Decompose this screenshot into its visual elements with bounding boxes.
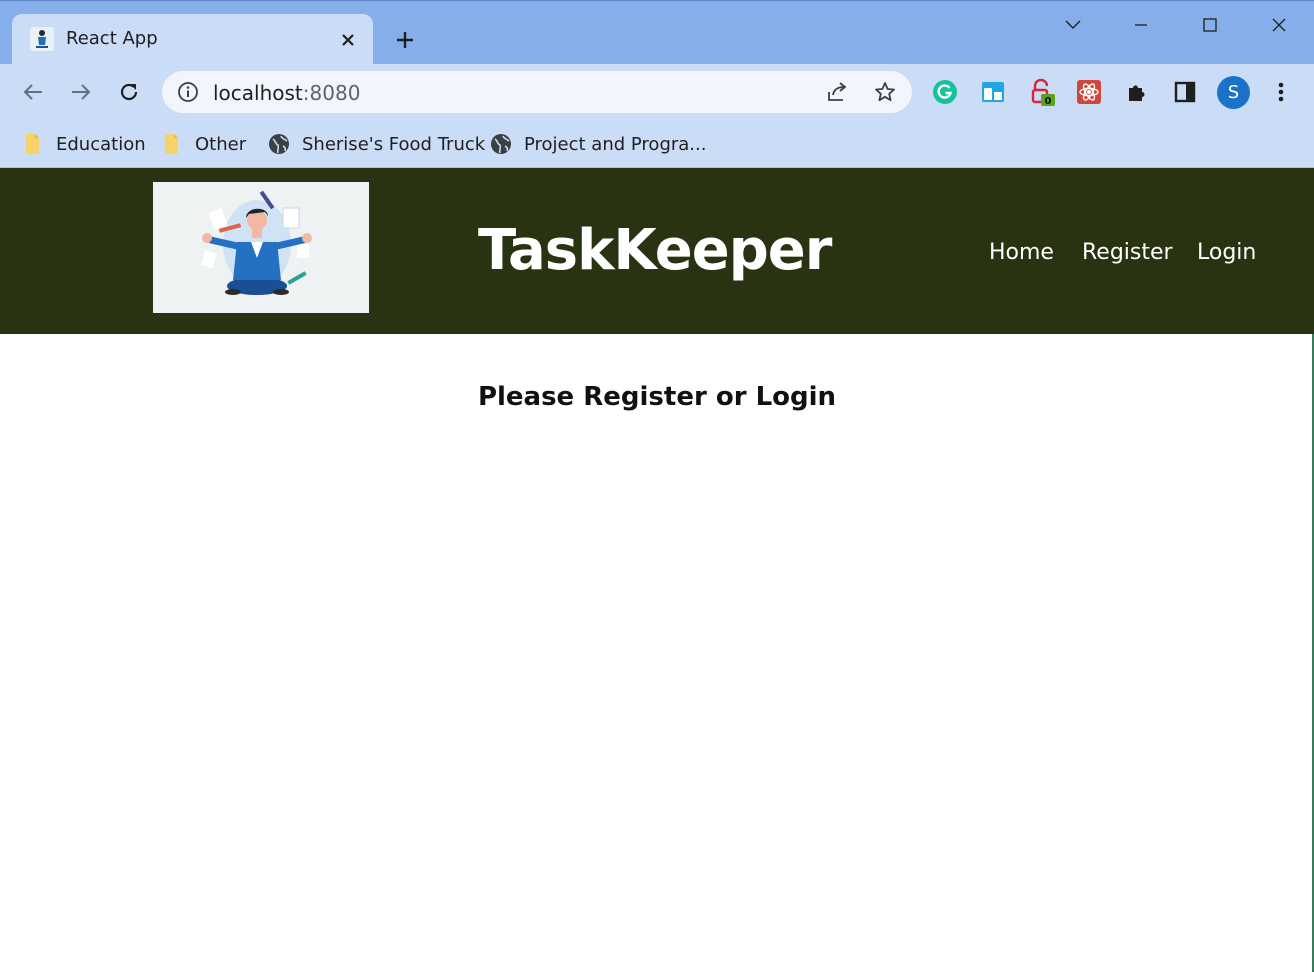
- globe-icon: [491, 134, 511, 154]
- tab-close-icon[interactable]: [334, 26, 362, 54]
- minimize-window-icon[interactable]: [1121, 9, 1161, 41]
- bookmark-other[interactable]: Other: [163, 129, 246, 159]
- forward-arrow-icon[interactable]: [63, 74, 99, 110]
- site-info-icon[interactable]: [176, 80, 200, 104]
- new-tab-plus-icon[interactable]: [390, 25, 420, 55]
- main-content: Please Register or Login: [0, 334, 1314, 972]
- reload-icon[interactable]: [111, 74, 147, 110]
- extension-badge-count: 0: [1045, 96, 1052, 106]
- app-header: TaskKeeper Home Register Login: [0, 168, 1314, 334]
- bookmark-label: Education: [56, 133, 146, 155]
- browser-menu-kebab-icon[interactable]: [1267, 78, 1295, 106]
- browser-title-bar: React App: [0, 0, 1314, 65]
- url-port: :8080: [302, 81, 361, 105]
- bookmark-label: Other: [195, 133, 247, 155]
- folder-icon: [165, 134, 178, 154]
- bookmark-label: Project and Progra...: [524, 133, 707, 155]
- tab-search-chevron-icon[interactable]: [1053, 9, 1093, 41]
- bookmark-sherises-food-truck[interactable]: Sherise's Food Truck: [268, 129, 485, 159]
- close-window-icon[interactable]: [1259, 9, 1299, 41]
- bookmark-education[interactable]: Education: [24, 129, 146, 159]
- extensions-puzzle-icon[interactable]: [1123, 78, 1151, 106]
- address-bar[interactable]: localhost:8080: [162, 71, 912, 113]
- react-app-favicon-icon: [30, 27, 54, 51]
- nav-register-link[interactable]: Register: [1082, 240, 1173, 265]
- tab-title: React App: [66, 28, 158, 49]
- brand-title: TaskKeeper: [478, 218, 832, 283]
- side-panel-icon[interactable]: [1171, 78, 1199, 106]
- profile-avatar[interactable]: S: [1217, 76, 1250, 109]
- back-arrow-icon[interactable]: [15, 74, 51, 110]
- bookmark-project-and-progra[interactable]: Project and Progra...: [490, 129, 706, 159]
- bookmarks-bar: Education Other Sherise's Food Truck Pro…: [0, 120, 1314, 168]
- share-icon[interactable]: [824, 79, 850, 105]
- password-lock-extension-icon[interactable]: 0: [1027, 78, 1055, 106]
- window-extension-icon[interactable]: [979, 78, 1007, 106]
- nav-home-link[interactable]: Home: [989, 240, 1054, 265]
- url-text[interactable]: localhost:8080: [213, 81, 360, 105]
- globe-icon: [269, 134, 289, 154]
- page-heading: Please Register or Login: [477, 382, 837, 412]
- bookmark-label: Sherise's Food Truck: [302, 133, 486, 155]
- maximize-window-icon[interactable]: [1190, 9, 1230, 41]
- folder-icon: [26, 134, 39, 154]
- browser-toolbar: localhost:8080 0 S: [0, 64, 1314, 120]
- url-host: localhost: [213, 81, 303, 105]
- react-devtools-extension-icon[interactable]: [1075, 78, 1103, 106]
- nav-login-link[interactable]: Login: [1197, 240, 1256, 265]
- bookmark-star-icon[interactable]: [872, 79, 898, 105]
- meditating-person-logo: [153, 182, 369, 313]
- grammarly-extension-icon[interactable]: [931, 78, 959, 106]
- browser-tab[interactable]: React App: [12, 14, 373, 65]
